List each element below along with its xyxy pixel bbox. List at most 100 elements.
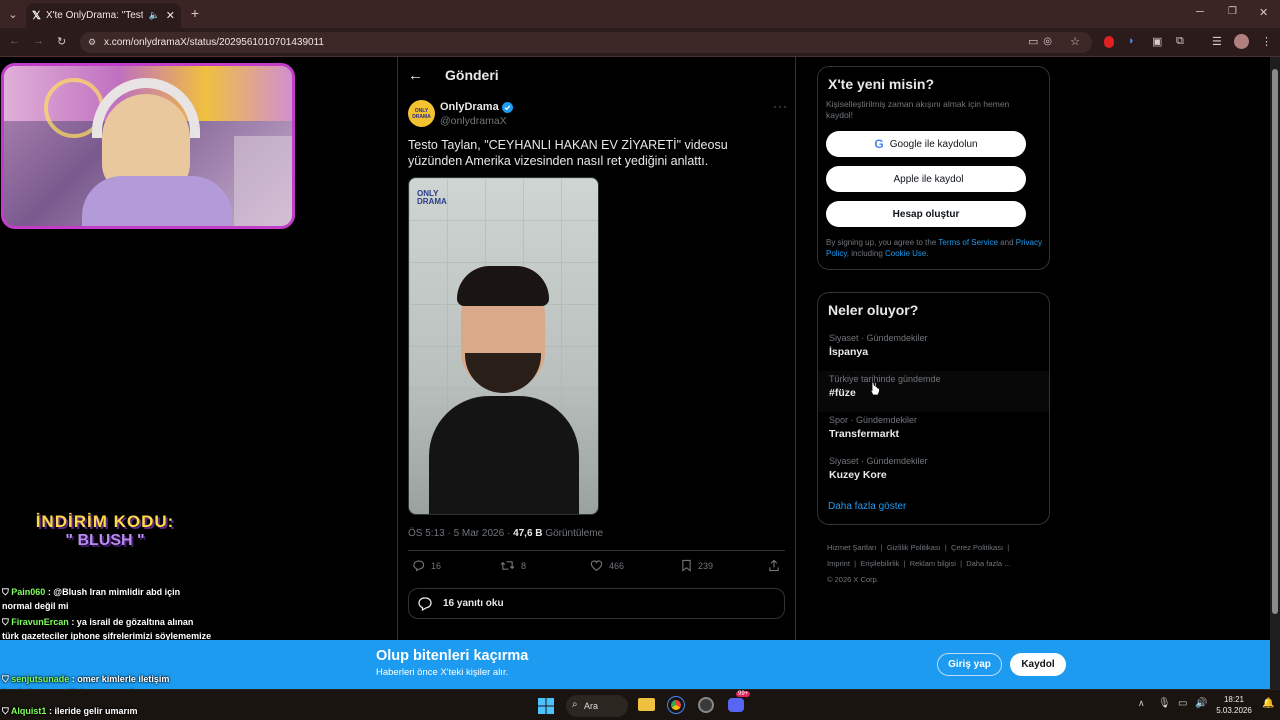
trends-title: Neler oluyor? (828, 302, 919, 318)
cursor-icon (869, 381, 880, 396)
window-close-icon[interactable]: ✕ (1259, 6, 1268, 19)
author-avatar[interactable]: ONLY DRAMA (408, 100, 435, 127)
chat-badge-icon: ⛉ (2, 617, 12, 627)
trend-item[interactable]: Siyaset · Gündemdekiler Kuzey Kore (818, 453, 1049, 494)
windows-start-icon[interactable] (538, 698, 554, 714)
trend-item[interactable]: Türkiye tarihinde gündemde #füze (818, 371, 1049, 412)
share-icon (769, 559, 779, 572)
clock[interactable]: 18:21 5.03.2026 (1212, 694, 1256, 716)
forward-icon[interactable]: → (33, 35, 44, 47)
bookmark-count: 239 (698, 560, 714, 571)
scrollbar-thumb[interactable] (1272, 69, 1278, 614)
author-name[interactable]: OnlyDrama (440, 101, 499, 113)
notification-icon[interactable]: 🔔 (1262, 698, 1274, 709)
eye-off-icon[interactable]: ◎ (1043, 36, 1052, 47)
volume-icon[interactable]: 🔊 (1195, 698, 1207, 709)
browser-tab[interactable]: 𝕏 X'te OnlyDrama: "Testo Tayl 🔈 ✕ (26, 3, 181, 28)
footer-link[interactable]: Hizmet Şartları (827, 543, 877, 552)
tray-chevron-icon[interactable]: ∧ (1138, 698, 1145, 709)
new-tab-plus-icon[interactable]: + (188, 5, 202, 21)
network-icon[interactable]: ▭ (1178, 698, 1187, 709)
tweet-time[interactable]: ÖS 5:13 · 5 Mar 2026 · (408, 528, 510, 539)
footer-link[interactable]: Gizlilik Politikası (887, 543, 941, 552)
url-text: x.com/onlydramaX/status/2029561010701439… (104, 37, 324, 48)
terms-link[interactable]: Terms of Service (938, 238, 998, 247)
google-logo-icon: G (874, 137, 884, 151)
share-button[interactable] (768, 559, 786, 572)
address-bar[interactable]: ⚙ x.com/onlydramaX/status/20295610107014… (80, 32, 1092, 53)
cookie-link[interactable]: Cookie Use (885, 249, 926, 258)
chair (234, 136, 292, 226)
extension-wave-icon[interactable]: ◗ (1128, 35, 1135, 47)
web-page: İNDİRİM KODU: " BLUSH " ⛉ Pain060 : @Blu… (0, 57, 1270, 689)
like-count: 466 (609, 560, 625, 571)
tweet-video[interactable]: ONLY DRAMA (408, 177, 599, 515)
login-button[interactable]: Giriş yap (937, 653, 1002, 676)
retweet-button[interactable]: 8 (500, 559, 526, 572)
tweet-meta: ÖS 5:13 · 5 Mar 2026 · 47,6 B Görüntülem… (408, 528, 603, 539)
show-more-link[interactable]: Daha fazla göster (828, 501, 906, 512)
footer-link[interactable]: Erişilebilirlik (860, 559, 899, 568)
reading-list-icon[interactable]: ☰ (1212, 35, 1222, 48)
menu-kebab-icon[interactable]: ⋮ (1261, 35, 1272, 48)
back-arrow-icon[interactable]: ← (408, 67, 423, 84)
browser-tab-bar: ⌄ 𝕏 X'te OnlyDrama: "Testo Tayl 🔈 ✕ + ─ … (0, 0, 1280, 28)
footer-nav: Hizmet Şartları | Gizlilik Politikası | … (827, 540, 1047, 588)
discord-icon[interactable] (728, 698, 744, 712)
site-info-icon[interactable]: ⚙ (88, 37, 96, 48)
bookmark-button[interactable]: 239 (681, 559, 713, 572)
signup-button[interactable]: Kaydol (1010, 653, 1066, 676)
legal-part: By signing up, you agree to the (826, 238, 939, 247)
legal-part: . (926, 249, 929, 258)
chat-badge-icon: ⛉ (2, 706, 11, 716)
chat-text: : ileride gelir umarım (48, 706, 138, 716)
more-options-icon[interactable]: ··· (773, 99, 788, 113)
chat-message: ⛉ Alquist1 : ileride gelir umarım (2, 705, 252, 719)
obs-icon[interactable] (698, 697, 714, 713)
page-scrollbar[interactable] (1270, 57, 1280, 689)
footer-link[interactable]: Daha fazla ... (966, 559, 1010, 568)
video-watermark: ONLY DRAMA (417, 189, 447, 206)
chat-badge-icon: ⛉ (2, 587, 12, 597)
profile-avatar[interactable] (1234, 34, 1249, 49)
author-name-row[interactable]: OnlyDrama (440, 101, 513, 113)
read-replies-button[interactable]: 16 yanıtı oku (408, 588, 785, 619)
chat-message: ⛉ Pain060 : @Blush Iran mimlidir abd içi… (2, 586, 212, 613)
author-handle[interactable]: @onlydramaX (440, 115, 507, 127)
create-account-label: Hesap oluştur (892, 208, 960, 220)
tab-close-icon[interactable]: ✕ (166, 9, 175, 22)
file-explorer-icon[interactable] (638, 698, 655, 711)
google-signup-button[interactable]: G Google ile kaydolun (826, 131, 1026, 157)
chrome-icon[interactable] (667, 696, 685, 714)
taskbar-search[interactable]: ⌕ Ara (566, 695, 628, 717)
clock-date: 5.03.2026 (1216, 706, 1252, 715)
chat-username: senjutsunade (11, 674, 70, 684)
footer-link[interactable]: Reklam bilgisi (910, 559, 956, 568)
chat-bubble-icon (418, 597, 432, 611)
tab-audio-icon[interactable]: 🔈 (149, 10, 160, 21)
footer-link[interactable]: Çerez Politikası (951, 543, 1003, 552)
chat-message: ⛉ senjutsunade : omer kimlerle iletişim … (2, 673, 212, 689)
extension-shield-icon[interactable]: ▣ (1152, 35, 1162, 48)
create-account-button[interactable]: Hesap oluştur (826, 201, 1026, 227)
extension-red-icon[interactable] (1104, 36, 1114, 48)
like-button[interactable]: 466 (590, 559, 624, 572)
reply-icon (413, 560, 425, 572)
minimize-icon[interactable]: ─ (1196, 6, 1204, 18)
back-icon[interactable]: ← (9, 35, 20, 47)
extensions-puzzle-icon[interactable]: ⧉ (1176, 35, 1184, 48)
retweet-icon (500, 561, 515, 570)
reload-icon[interactable]: ↻ (57, 35, 66, 48)
tab-list-chevron-icon[interactable]: ⌄ (6, 7, 20, 21)
restore-icon[interactable]: ❐ (1228, 6, 1237, 17)
copyright: © 2026 X Corp. (827, 575, 879, 584)
cast-icon[interactable]: ▭ (1028, 35, 1038, 48)
microphone-icon[interactable]: 🎙 (1158, 698, 1171, 709)
trend-item[interactable]: Siyaset · Gündemdekiler İspanya (818, 330, 1049, 371)
bookmark-star-icon[interactable]: ☆ (1070, 35, 1080, 48)
footer-link[interactable]: Imprint (827, 559, 850, 568)
reply-button[interactable]: 16 (412, 559, 441, 572)
search-label: Ara (584, 701, 599, 711)
trend-item[interactable]: Spor · Gündemdekiler Transfermarkt (818, 412, 1049, 453)
apple-signup-button[interactable]: Apple ile kaydol (826, 166, 1026, 192)
